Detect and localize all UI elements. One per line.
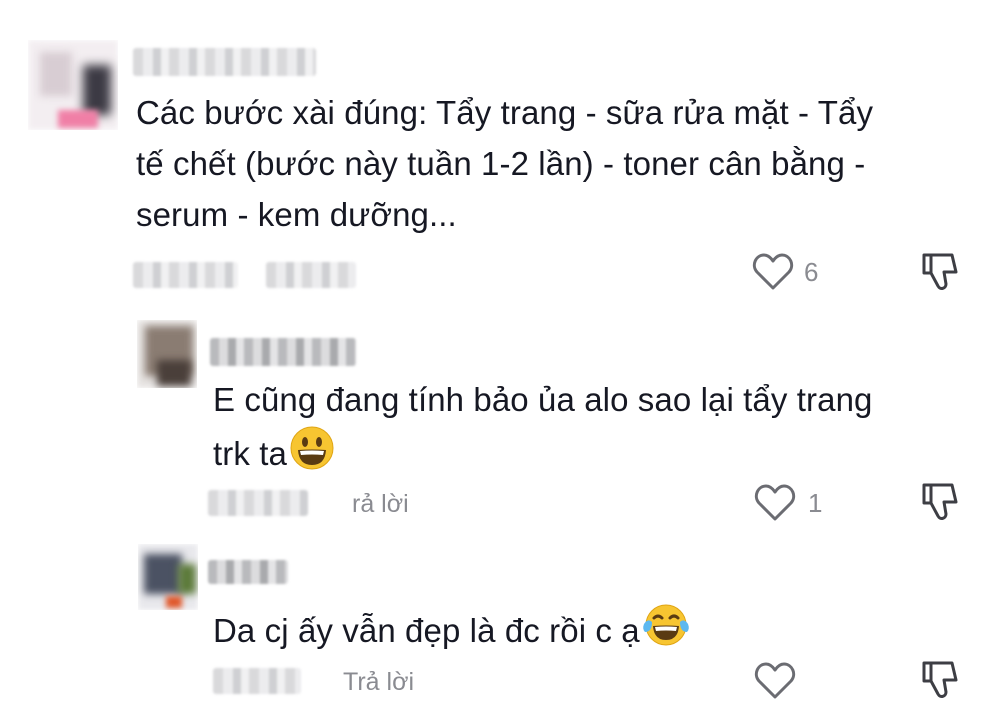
heart-outline-icon[interactable] xyxy=(752,252,794,292)
heart-outline-icon[interactable] xyxy=(754,661,796,701)
username[interactable] xyxy=(208,560,288,584)
reply-text: Da cj ấy vẫn đẹp là đc rồi c ạ xyxy=(213,602,973,656)
reply-text: E cũng đang tính bảo ủa alo sao lại tẩy … xyxy=(213,374,973,479)
grinning-face-emoji xyxy=(290,426,334,470)
reply-button[interactable]: rả lời xyxy=(352,490,409,519)
thumbs-down-outline-icon[interactable] xyxy=(918,658,964,702)
reply-text-line: trk ta xyxy=(213,425,973,479)
like-count: 6 xyxy=(804,257,819,287)
reply-text-line: E cũng đang tính bảo ủa alo sao lại tẩy … xyxy=(213,381,873,418)
tears-of-joy-emoji xyxy=(642,604,689,646)
comment-text-line: tế chết (bước này tuần 1-2 lần) - toner … xyxy=(136,145,866,182)
comment-date xyxy=(133,262,238,288)
reply-item: Da cj ấy vẫn đẹp là đc rồi c ạ Trả lời xyxy=(0,530,1000,725)
avatar[interactable] xyxy=(28,40,118,130)
comment-text-line: serum - kem dưỡng... xyxy=(136,196,457,233)
thumbs-down-outline-icon[interactable] xyxy=(918,250,964,294)
thumbs-down-outline-icon[interactable] xyxy=(918,480,964,524)
reply-text-line: Da cj ấy vẫn đẹp là đc rồi c ạ xyxy=(213,602,973,656)
comment-text: Các bước xài đúng: Tẩy trang - sữa rửa m… xyxy=(136,87,966,240)
comment-reply-link[interactable] xyxy=(266,262,356,288)
reply-button[interactable]: Trả lời xyxy=(343,668,414,697)
comment-text-line: Các bước xài đúng: Tẩy trang - sữa rửa m… xyxy=(136,94,874,131)
avatar[interactable] xyxy=(138,544,198,610)
reply-item: E cũng đang tính bảo ủa alo sao lại tẩy … xyxy=(0,310,1000,530)
reply-date xyxy=(213,668,301,694)
like-count: 1 xyxy=(808,488,823,518)
username[interactable] xyxy=(133,48,316,76)
comment-item: Các bước xài đúng: Tẩy trang - sữa rửa m… xyxy=(0,0,1000,310)
avatar[interactable] xyxy=(137,320,197,388)
username[interactable] xyxy=(210,338,356,366)
reply-date xyxy=(208,490,308,516)
heart-outline-icon[interactable] xyxy=(754,483,796,523)
